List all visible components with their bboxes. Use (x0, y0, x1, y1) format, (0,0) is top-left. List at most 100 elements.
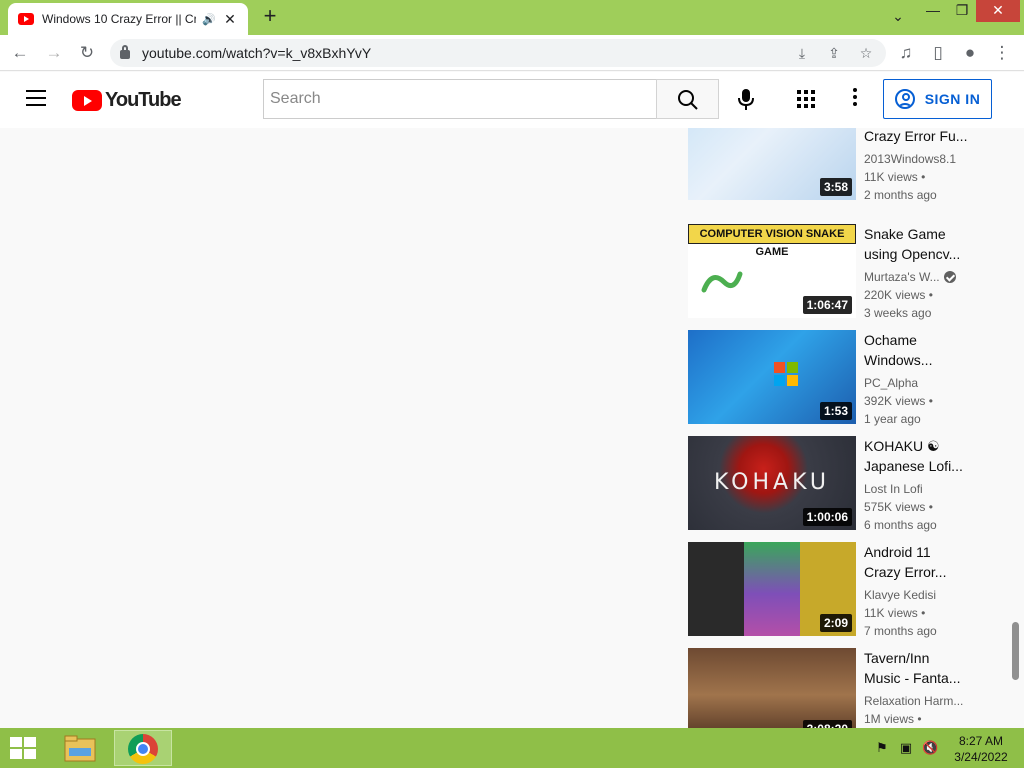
youtube-logo[interactable]: YouTube (72, 88, 182, 112)
upload-age: 7 months ago (864, 624, 937, 638)
video-duration: 3:08:20 (802, 720, 852, 728)
video-title[interactable]: KOHAKU ☯ Japanese Lofi... (864, 436, 968, 476)
windows-logo-icon (774, 362, 798, 386)
forward-arrow-icon[interactable]: → (42, 41, 66, 65)
address-bar[interactable]: youtube.com/watch?v=k_v8xBxhYvY ⤓ ⇪ ☆ (110, 39, 886, 67)
sign-in-label: SIGN IN (924, 91, 981, 107)
volume-muted-icon[interactable]: 🔇 (922, 740, 938, 756)
menu-icon[interactable] (26, 90, 46, 106)
video-title[interactable]: Snake Game using Opencv... (864, 224, 968, 264)
video-item[interactable]: 2:09 Android 11 Crazy Error... Klavye Ke… (688, 542, 988, 638)
youtube-favicon-icon (18, 13, 34, 25)
share-icon[interactable]: ⇪ (824, 43, 844, 63)
restore-button[interactable]: ❐ (948, 0, 976, 22)
youtube-header: YouTube SIGN IN (0, 72, 1024, 128)
video-item[interactable]: 3:08:20 Tavern/Inn Music - Fanta... Rela… (688, 648, 988, 728)
verified-check-icon (943, 271, 956, 283)
browser-tab[interactable]: Windows 10 Crazy Error || Cr 🔊 ✕ (8, 3, 248, 35)
view-count: 11K views • (864, 606, 926, 620)
channel-name-text: Murtaza's W... (864, 270, 940, 284)
view-count: 575K views • (864, 500, 933, 514)
new-tab-button[interactable]: + (258, 5, 282, 29)
file-explorer-icon[interactable] (64, 734, 96, 762)
speaker-icon[interactable]: 🔊 (202, 13, 216, 26)
tab-close-icon[interactable]: ✕ (222, 11, 238, 28)
video-thumbnail[interactable]: 3:58 (688, 128, 856, 200)
upload-age: 6 months ago (864, 518, 937, 532)
settings-more-icon[interactable] (850, 88, 860, 110)
side-panel-icon[interactable]: ▯ (926, 41, 950, 65)
video-item[interactable]: 3:58 Windows 8.1 Crazy Error Fu... 2013W… (688, 128, 988, 202)
clock-time: 8:27 AM (958, 734, 1004, 748)
phone-screen-art (744, 542, 800, 636)
profile-avatar-icon[interactable]: ● (958, 41, 982, 65)
windows-start-icon[interactable] (10, 737, 38, 761)
video-thumbnail[interactable]: 3:08:20 (688, 648, 856, 728)
channel-name[interactable]: 2013Windows8.1 (864, 150, 968, 168)
upload-age: 2 months ago (864, 188, 937, 202)
snake-icon (701, 271, 743, 293)
url-text: youtube.com/watch?v=k_v8xBxhYvY (142, 45, 372, 61)
tab-title: Windows 10 Crazy Error || Cr (42, 12, 197, 26)
view-count: 1M views • (864, 712, 922, 726)
sign-in-button[interactable]: SIGN IN (883, 79, 992, 119)
clock-date: 3/24/2022 (954, 750, 1008, 764)
bookmark-star-icon[interactable]: ☆ (856, 43, 876, 63)
video-thumbnail[interactable]: COMPUTER VISION SNAKE GAME 1:06:47 (688, 224, 856, 318)
video-duration: 1:06:47 (802, 296, 852, 314)
browser-tab-strip: Windows 10 Crazy Error || Cr 🔊 ✕ + ⌄ — ❐… (0, 0, 1024, 35)
video-thumbnail[interactable]: 1:53 (688, 330, 856, 424)
install-icon[interactable]: ⤓ (792, 43, 812, 63)
media-control-icon[interactable]: ♫ (894, 41, 918, 65)
browser-menu-icon[interactable]: ⋮ (990, 41, 1014, 65)
reload-icon[interactable]: ↻ (75, 41, 99, 65)
channel-name[interactable]: Relaxation Harm... (864, 692, 968, 710)
apps-grid-icon[interactable] (796, 89, 816, 109)
related-videos-list: 3:58 Windows 8.1 Crazy Error Fu... 2013W… (688, 128, 988, 728)
action-center-flag-icon[interactable]: ⚑ (874, 740, 890, 756)
channel-name[interactable]: Lost In Lofi (864, 480, 968, 498)
view-count: 220K views • (864, 288, 933, 302)
video-title[interactable]: Tavern/Inn Music - Fanta... (864, 648, 968, 688)
youtube-logo-text: YouTube (105, 88, 182, 111)
channel-name[interactable]: PC_Alpha (864, 374, 968, 392)
video-title[interactable]: Windows 8.1 Crazy Error Fu... (864, 128, 968, 146)
video-item[interactable]: KOHAKU 1:00:06 KOHAKU ☯ Japanese Lofi...… (688, 436, 988, 532)
view-count: 392K views • (864, 394, 933, 408)
network-icon[interactable]: ▣ (898, 740, 914, 756)
chrome-icon (128, 734, 158, 764)
video-item[interactable]: COMPUTER VISION SNAKE GAME 1:06:47 Snake… (688, 224, 988, 320)
chevron-down-icon[interactable]: ⌄ (888, 8, 908, 25)
thumbnail-banner: COMPUTER VISION SNAKE GAME (688, 224, 856, 258)
search-icon (678, 90, 698, 110)
video-thumbnail[interactable]: KOHAKU 1:00:06 (688, 436, 856, 530)
channel-name[interactable]: Murtaza's W... (864, 268, 968, 286)
youtube-play-icon (72, 89, 102, 111)
minimize-button[interactable]: — (918, 0, 948, 22)
user-circle-icon (894, 89, 915, 109)
close-window-button[interactable]: ✕ (976, 0, 1020, 22)
video-title[interactable]: Ochame Windows... (864, 330, 968, 370)
view-count: 11K views • (864, 170, 926, 184)
page-scrollbar-thumb[interactable] (1012, 622, 1019, 680)
search-input[interactable] (263, 79, 656, 119)
channel-name[interactable]: Klavye Kedisi (864, 586, 968, 604)
microphone-icon[interactable] (733, 86, 759, 112)
video-duration: 2:09 (819, 614, 852, 632)
chrome-taskbar-button[interactable] (114, 730, 172, 766)
video-title[interactable]: Android 11 Crazy Error... (864, 542, 968, 582)
video-duration: 1:53 (819, 402, 852, 420)
back-arrow-icon[interactable]: ← (8, 41, 32, 65)
upload-age: 1 year ago (864, 412, 921, 426)
video-item[interactable]: 1:53 Ochame Windows... PC_Alpha 392K vie… (688, 330, 988, 426)
thumbnail-title-text: KOHAKU (713, 470, 831, 495)
windows-taskbar: ⚑ ▣ 🔇 8:27 AM 3/24/2022 (0, 728, 1024, 768)
video-duration: 3:58 (819, 178, 852, 196)
lock-icon[interactable] (120, 45, 130, 59)
video-duration: 1:00:06 (802, 508, 852, 526)
upload-age: 3 weeks ago (864, 306, 932, 320)
search-button[interactable] (656, 79, 719, 119)
browser-toolbar: ← → ↻ youtube.com/watch?v=k_v8xBxhYvY ⤓ … (0, 35, 1024, 71)
system-clock[interactable]: 8:27 AM 3/24/2022 (946, 733, 1016, 765)
video-thumbnail[interactable]: 2:09 (688, 542, 856, 636)
